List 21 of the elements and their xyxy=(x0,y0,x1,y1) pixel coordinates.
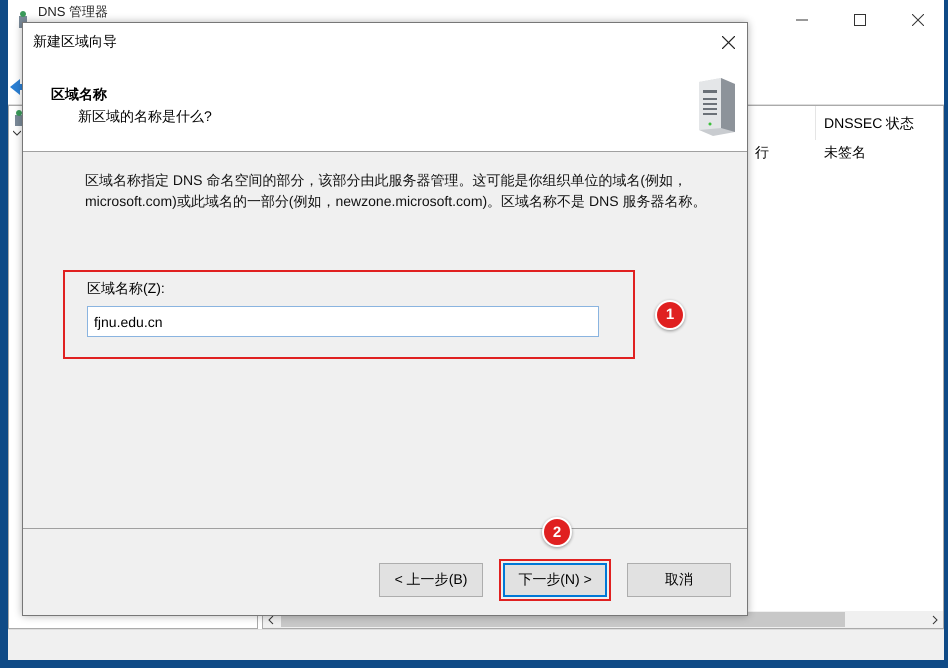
step-badge: 1 xyxy=(655,300,685,330)
scroll-right-icon[interactable] xyxy=(931,614,939,624)
scroll-left-icon[interactable] xyxy=(267,614,275,624)
table-cell-text: 未签名 xyxy=(823,144,867,162)
close-icon[interactable] xyxy=(722,36,735,48)
dialog-title: 新建区域向导 xyxy=(33,33,117,51)
wizard-button[interactable]: 下一步(N) > xyxy=(503,563,607,597)
page-heading: 区域名称 xyxy=(51,86,108,104)
close-icon[interactable] xyxy=(912,14,924,26)
window-title: DNS 管理器 xyxy=(38,3,108,21)
column-header[interactable]: DNSSEC 状态 xyxy=(815,106,943,140)
description-text: 区域名称指定 DNS 命名空间的部分，该部分由此服务器管理。这可能是你组织单位的域名(例如，microsoft.com)或此域名的一部分(例如，newzone.microsoft.com)。区域名称不是 DNS 服务器名称。 xyxy=(85,171,708,211)
maximize-icon[interactable] xyxy=(854,14,866,26)
page-subheading: 新区域的名称是什么? xyxy=(77,108,212,126)
zone-name-field[interactable]: fjnu.edu.cn xyxy=(87,306,599,337)
wizard-button[interactable]: 取消 xyxy=(627,563,731,597)
field-label: 区域名称(Z): xyxy=(87,280,166,298)
step-badge: 2 xyxy=(542,517,572,547)
wizard-button[interactable]: < 上一步(B) xyxy=(379,563,483,597)
table-cell-text: 行 xyxy=(755,144,770,162)
expand-chevron-icon[interactable] xyxy=(13,130,23,136)
